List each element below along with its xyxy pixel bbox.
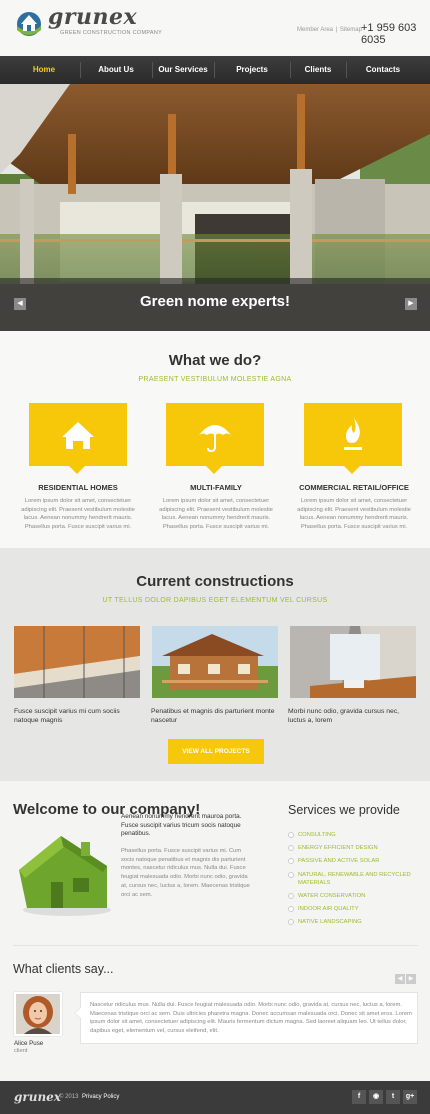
- service-link-energy[interactable]: ENERGY EFFICIENT DESIGN: [288, 845, 378, 852]
- project-image-1[interactable]: [14, 626, 140, 698]
- nav-item-contacts[interactable]: Contacts: [346, 56, 420, 84]
- service-title-residential: RESIDENTIAL HOMES: [38, 483, 118, 492]
- umbrella-icon: [199, 425, 231, 453]
- logo-tagline: GREEN CONSTRUCTION COMPANY: [60, 30, 163, 36]
- multi-family-tile[interactable]: [166, 403, 264, 474]
- privacy-policy-link[interactable]: Privacy Policy: [82, 1094, 119, 1100]
- footer-logo[interactable]: grunex: [14, 1090, 61, 1104]
- commercial-retail-tile[interactable]: [304, 403, 402, 474]
- hero-prev-arrow-icon[interactable]: ◀: [14, 298, 26, 310]
- current-constructions-title: Current constructions: [136, 573, 294, 590]
- top-links-separator: |: [335, 27, 338, 33]
- welcome-body-text: Phasellus porta. Fusce suscipit varius m…: [121, 848, 250, 898]
- testimonial-box: Nascetur ridiculus mus. Nulla dui. Fusce…: [74, 992, 418, 1044]
- divider: [13, 945, 418, 946]
- member-area-link[interactable]: Member Area: [297, 27, 333, 33]
- sitemap-link[interactable]: Sitemap: [340, 27, 362, 33]
- testimonial-next-icon[interactable]: ▶: [406, 974, 416, 984]
- current-constructions-subtitle: UT TELLUS DOLOR DAPIBUS EGET ELEMENTUM V…: [102, 597, 328, 604]
- project-caption-2: Penatibus et magnis dis parturient monte…: [151, 708, 275, 724]
- facebook-icon[interactable]: f: [352, 1090, 366, 1104]
- project-image-3[interactable]: [290, 626, 416, 698]
- logo-text[interactable]: grunex: [48, 4, 137, 30]
- view-all-projects-button[interactable]: VIEW ALL PROJECTS: [168, 739, 264, 764]
- hero-next-arrow-icon[interactable]: ▶: [405, 298, 417, 310]
- project-image-2[interactable]: [152, 626, 278, 698]
- service-text-commercial: Lorem ipsum dolor sit amet, consectetuer…: [297, 498, 411, 530]
- bullet-icon: [288, 893, 294, 899]
- flame-icon: [344, 418, 362, 450]
- what-we-do-title: What we do?: [168, 352, 262, 369]
- house-icon: [62, 422, 94, 449]
- top-links: Member Area | Sitemap: [297, 27, 363, 33]
- bullet-icon: [288, 832, 294, 838]
- testimonial-text: Nascetur ridiculus mus. Nulla dui. Fusce…: [90, 1002, 412, 1034]
- service-link-solar[interactable]: PASSIVE AND ACTIVE SOLAR: [288, 858, 379, 865]
- nav-item-projects[interactable]: Projects: [214, 56, 290, 84]
- service-link-landscaping[interactable]: NATIVE LANDSCAPING: [288, 919, 362, 926]
- clients-title: What clients say...: [13, 962, 114, 976]
- bullet-icon: [288, 919, 294, 925]
- welcome-lead-text: Aenean nonummy hendrerit mauroa porta. F…: [121, 813, 242, 838]
- bullet-icon: [288, 845, 294, 851]
- hero-caption: Green nome experts!: [139, 293, 291, 310]
- bullet-icon: [288, 906, 294, 912]
- service-title-commercial: COMMERCIAL RETAIL/OFFICE: [299, 483, 409, 492]
- nav-item-home[interactable]: Home: [8, 56, 80, 84]
- twitter-icon[interactable]: t: [386, 1090, 400, 1104]
- testimonial-prev-icon[interactable]: ◀: [395, 974, 405, 984]
- client-avatar: [14, 992, 62, 1036]
- what-we-do-subtitle: PRAESENT VESTIBULUM MOLESTIE AGNA: [138, 376, 292, 383]
- phone-number: +1 959 603 6035: [361, 22, 417, 46]
- nav-item-our-services[interactable]: Our Services: [152, 56, 214, 84]
- nav-item-about-us[interactable]: About Us: [80, 56, 152, 84]
- project-caption-3: Morbi nunc odio, gravida cursus nec, luc…: [288, 708, 400, 724]
- service-link-indoor-air[interactable]: INDOOR AIR QUALITY: [288, 906, 359, 913]
- service-link-consulting[interactable]: CONSULTING: [288, 832, 336, 839]
- rss-icon[interactable]: ◉: [369, 1090, 383, 1104]
- client-name: Alice Puse: [14, 1040, 44, 1047]
- google-plus-icon[interactable]: g+: [403, 1090, 417, 1104]
- bullet-icon: [288, 872, 294, 878]
- main-nav: Home About Us Our Services Projects Clie…: [0, 56, 430, 84]
- residential-homes-tile[interactable]: [29, 403, 127, 474]
- bullet-icon: [288, 858, 294, 864]
- project-caption-1: Fusce suscipit varius mi cum sociis nato…: [14, 708, 120, 724]
- grass-house-image: [13, 826, 115, 918]
- service-link-water[interactable]: WATER CONSERVATION: [288, 893, 365, 900]
- service-text-multi-family: Lorem ipsum dolor sit amet, consectetuer…: [159, 498, 273, 530]
- logo-house-icon[interactable]: [14, 8, 44, 38]
- service-title-multi-family: MULTI-FAMILY: [190, 483, 242, 492]
- service-link-materials[interactable]: NATURAL, RENEWABLE AND RECYCLED MATERIAL…: [288, 871, 418, 887]
- footer-copyright: © 2013: [59, 1094, 79, 1100]
- service-text-residential: Lorem ipsum dolor sit amet, consectetuer…: [21, 498, 135, 530]
- services-provide-title: Services we provide: [288, 803, 400, 817]
- nav-item-clients[interactable]: Clients: [290, 56, 346, 84]
- client-role: client: [14, 1048, 28, 1054]
